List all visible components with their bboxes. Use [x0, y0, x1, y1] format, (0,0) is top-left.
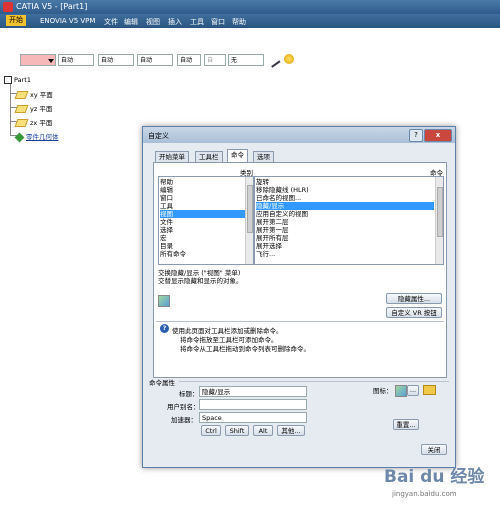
menu-edit[interactable]: 编辑: [124, 17, 138, 27]
list-item[interactable]: 旋转: [256, 178, 434, 186]
tree-node-yz-plane[interactable]: yz 平面: [14, 103, 52, 113]
menu-tools[interactable]: 工具: [190, 17, 204, 27]
part-icon: [4, 76, 12, 84]
list-item[interactable]: 展开选择: [256, 242, 434, 250]
plane-icon: [14, 119, 29, 127]
accelerator-field[interactable]: Space: [199, 412, 307, 423]
menu-bar: 开始 ENOVIA V5 VPM 文件 编辑 视图 插入 工具 窗口 帮助: [0, 14, 500, 28]
menu-file[interactable]: 文件: [104, 17, 118, 27]
list-item[interactable]: 目录: [160, 242, 245, 250]
accelerator-label: 加速器：: [171, 416, 197, 424]
color-combo[interactable]: [20, 54, 56, 66]
layer-combo[interactable]: 无: [228, 54, 264, 66]
list-item[interactable]: 文件: [160, 218, 245, 226]
help-question-icon: ?: [160, 324, 169, 333]
list-item-selected[interactable]: 视图: [160, 210, 245, 218]
list-item-selected[interactable]: 隐藏/显示: [256, 202, 434, 210]
customize-vr-button[interactable]: 自定义 VR 按钮: [386, 307, 442, 318]
plane-icon: [14, 91, 29, 99]
list-item[interactable]: 已命名的视图...: [256, 194, 434, 202]
folder-icon[interactable]: [423, 385, 436, 395]
tree-root[interactable]: Part1: [4, 76, 31, 84]
command-properties-section: 命令属性: [149, 379, 175, 387]
show-properties-button[interactable]: 隐藏属性...: [386, 293, 442, 304]
list-item[interactable]: 工具: [160, 202, 245, 210]
title-label: 标题：: [179, 390, 199, 398]
list-item[interactable]: 宏: [160, 234, 245, 242]
show-hide-icon: [158, 295, 170, 307]
categories-list[interactable]: 帮助 编辑 窗口 工具 视图 文件 选择 宏 目录 所有命令: [158, 176, 254, 265]
other-keys-button[interactable]: 其他...: [277, 425, 305, 436]
list-item[interactable]: 窗口: [160, 194, 245, 202]
point-combo[interactable]: 自动: [177, 54, 201, 66]
tree-node-part-body[interactable]: 零件几何体: [14, 131, 59, 142]
list-item[interactable]: 应用自定义的视图: [256, 210, 434, 218]
close-button[interactable]: 关闭: [421, 444, 447, 455]
list-item[interactable]: 移除隐藏线 (HLR): [256, 186, 434, 194]
menu-help[interactable]: 帮助: [232, 17, 246, 27]
shift-button[interactable]: Shift: [225, 425, 249, 436]
specification-tree: Part1 xy 平面 yz 平面 zx 平面 零件几何体: [4, 76, 144, 146]
icon-label: 图标：: [373, 387, 393, 395]
customize-dialog: 自定义 ? x 开始菜单 工具栏 命令 选项 类别 命令 帮助 编辑 窗口 工具…: [142, 126, 456, 468]
catia-app-icon: [3, 2, 13, 12]
brush-icon[interactable]: [284, 54, 294, 64]
browse-icon-button[interactable]: ...: [407, 385, 419, 396]
tree-node-xy-plane[interactable]: xy 平面: [14, 89, 53, 99]
scrollbar-thumb[interactable]: [437, 187, 443, 237]
painter-icon[interactable]: [265, 52, 281, 68]
alt-button[interactable]: Alt: [253, 425, 273, 436]
categories-scrollbar[interactable]: [245, 177, 253, 264]
list-item[interactable]: 所有命令: [160, 250, 245, 258]
commands-tab-panel: 类别 命令 帮助 编辑 窗口 工具 视图 文件 选择 宏 目录 所有命令 旋转 …: [153, 162, 447, 378]
scrollbar-thumb[interactable]: [247, 185, 253, 233]
close-window-button[interactable]: x: [424, 129, 452, 142]
help-button[interactable]: ?: [409, 129, 423, 142]
dialog-title-bar: 自定义 ? x: [143, 127, 455, 143]
linetype-combo[interactable]: 自动: [137, 54, 173, 66]
list-item[interactable]: 帮助: [160, 178, 245, 186]
command-icon-preview[interactable]: [395, 385, 407, 397]
menu-start[interactable]: 开始: [6, 15, 26, 26]
list-item[interactable]: 展开所有层: [256, 234, 434, 242]
body-icon: [14, 132, 25, 142]
list-item[interactable]: 选择: [160, 226, 245, 234]
list-item[interactable]: 飞行...: [256, 250, 434, 258]
baidu-jingyan-watermark: Bai du 经验 jingyan.baidu.com: [384, 456, 500, 506]
tip-line-3: 将命令从工具栏拖动到命令列表可删除命令。: [180, 345, 310, 353]
menu-enovia[interactable]: ENOVIA V5 VPM: [40, 17, 95, 25]
dialog-title: 自定义: [148, 132, 169, 140]
watermark-brand: Bai du 经验: [384, 467, 485, 487]
layer-combo-left[interactable]: 自: [204, 54, 226, 66]
command-description-detail: 交替显示隐藏和显示的对象。: [158, 277, 243, 285]
menu-insert[interactable]: 插入: [168, 17, 182, 27]
user-alias-field[interactable]: [199, 399, 307, 410]
list-item[interactable]: 展开第一层: [256, 226, 434, 234]
linewidth-combo[interactable]: 自动: [98, 54, 134, 66]
chevron-down-icon: [48, 59, 54, 63]
transparency-combo[interactable]: 自动: [58, 54, 94, 66]
user-alias-label: 用户别名：: [167, 403, 200, 411]
menu-window[interactable]: 窗口: [211, 17, 225, 27]
list-item[interactable]: 编辑: [160, 186, 245, 194]
window-title-bar: CATIA V5 - [Part1]: [0, 0, 500, 14]
menu-view[interactable]: 视图: [146, 17, 160, 27]
ctrl-button[interactable]: Ctrl: [201, 425, 221, 436]
plane-icon: [14, 105, 29, 113]
tab-commands[interactable]: 命令: [227, 149, 248, 163]
title-field[interactable]: 隐藏/显示: [199, 386, 307, 397]
commands-list[interactable]: 旋转 移除隐藏线 (HLR) 已命名的视图... 隐藏/显示 应用自定义的视图 …: [254, 176, 444, 265]
reset-button[interactable]: 重置...: [393, 419, 419, 430]
tree-node-zx-plane[interactable]: zx 平面: [14, 117, 52, 127]
window-title: CATIA V5 - [Part1]: [16, 2, 88, 11]
list-item[interactable]: 展开第二层: [256, 218, 434, 226]
watermark-url: jingyan.baidu.com: [392, 490, 457, 498]
commands-scrollbar[interactable]: [435, 177, 443, 264]
